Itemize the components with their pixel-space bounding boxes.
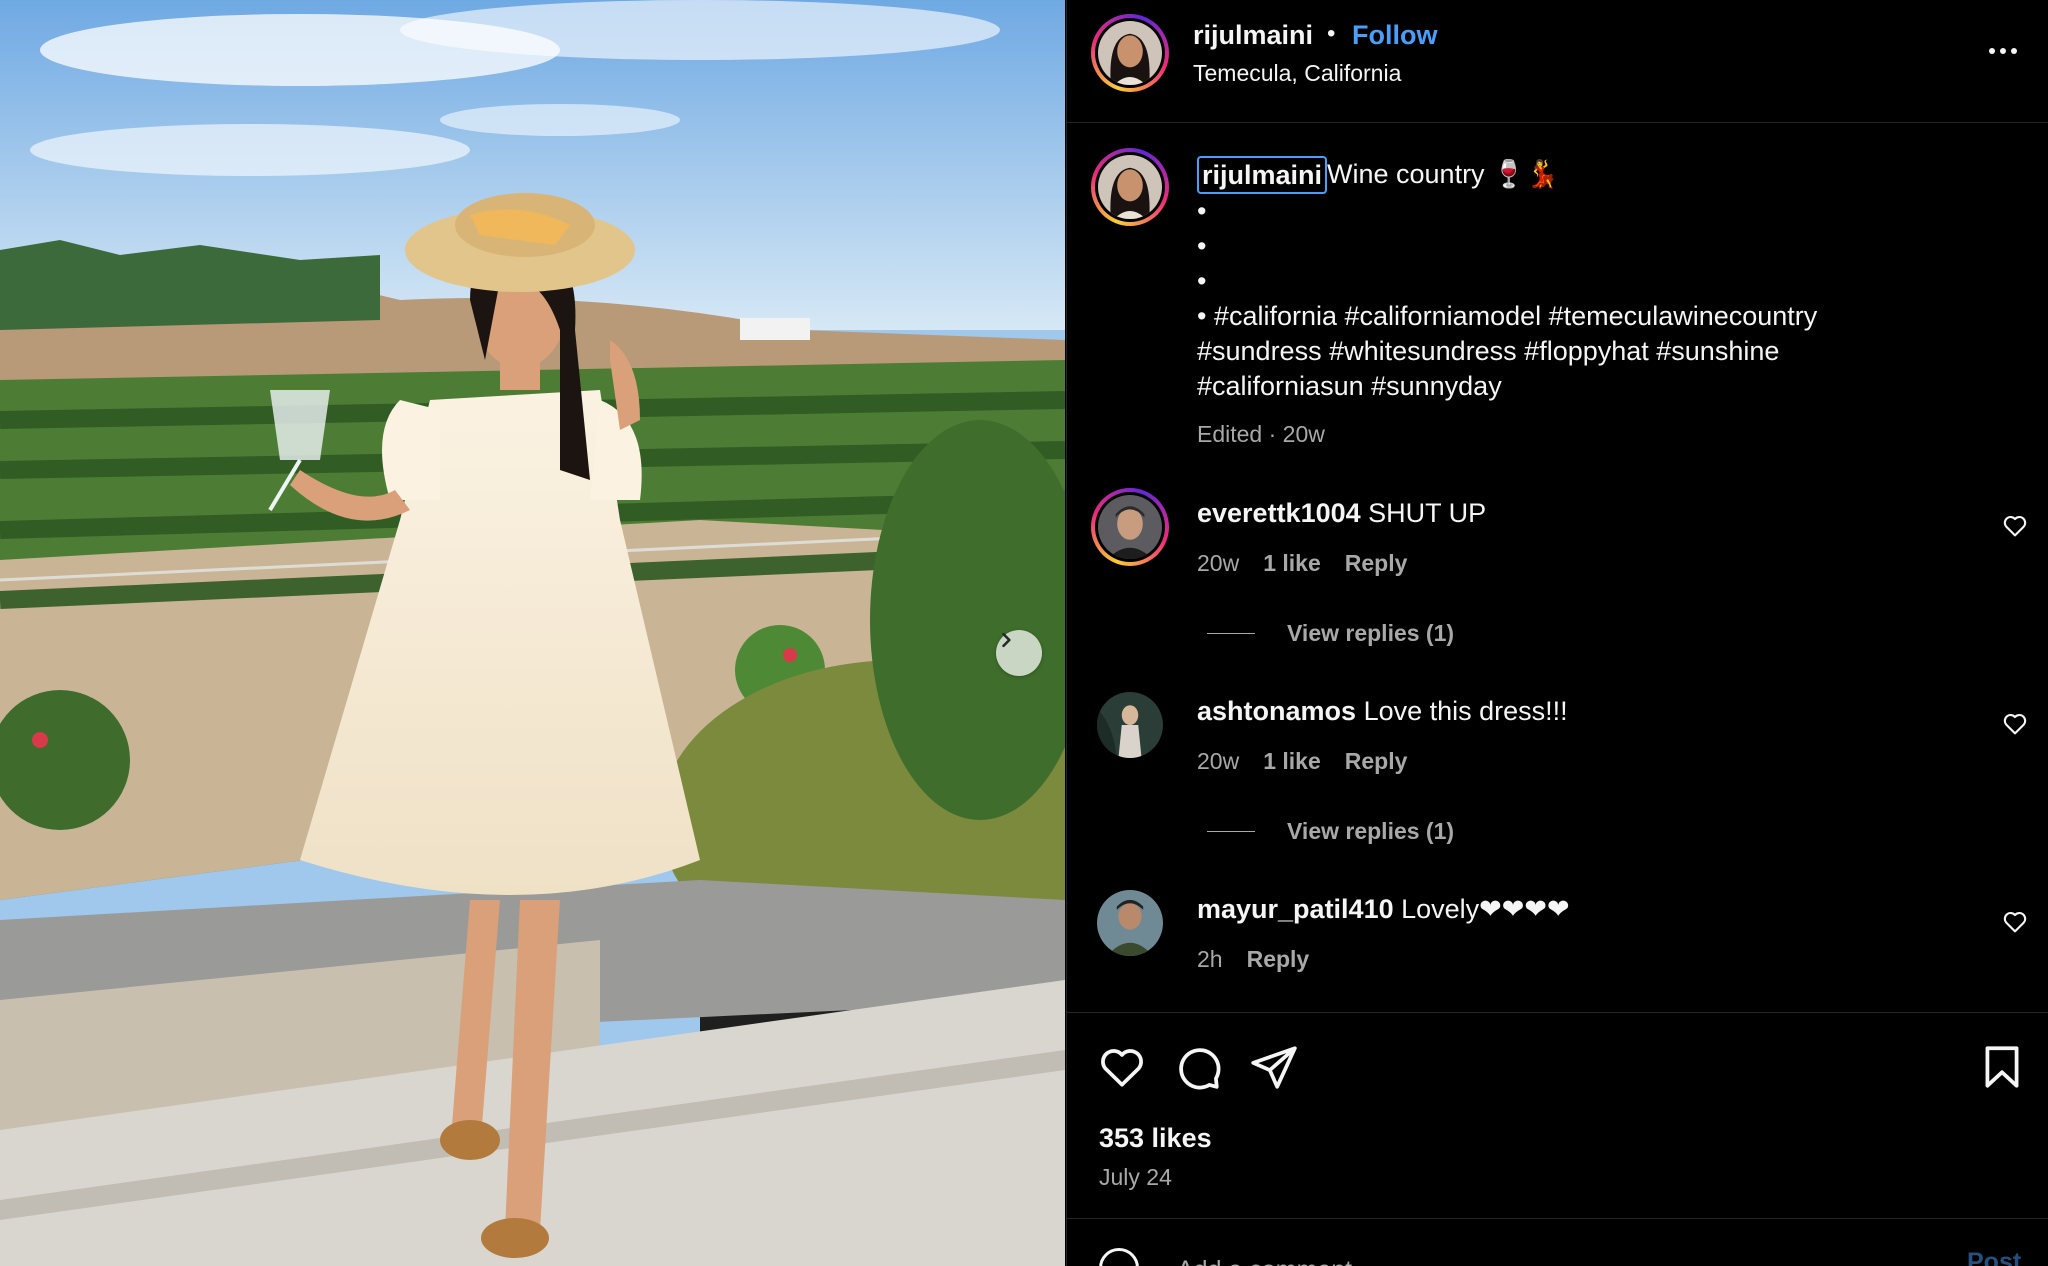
comment-body: Lovely❤❤❤❤ (1401, 894, 1570, 924)
caption-hashtags[interactable]: #californiasun #sunnyday (1197, 371, 1502, 402)
post-details-panel: rijulmaini • Follow Temecula, California… (1066, 0, 2048, 1266)
caption-line: • (1197, 196, 1207, 226)
comment-likes[interactable]: 1 like (1263, 550, 1321, 577)
comment-reply-button[interactable]: Reply (1345, 550, 1408, 577)
post-comment-button[interactable]: Post (1967, 1248, 2021, 1266)
caption-line: • (1197, 231, 1207, 261)
bookmark-icon (1985, 1046, 2019, 1088)
caption-line: • (1197, 266, 1207, 296)
comment-text: mayur_patil410 Lovely❤❤❤❤ (1197, 894, 1570, 925)
likes-count[interactable]: 353 likes (1099, 1123, 1212, 1154)
comment-text: ashtonamos Love this dress!!! (1197, 696, 1568, 727)
comment-avatar[interactable] (1097, 692, 1163, 758)
comment-avatar-image (1097, 890, 1163, 956)
heart-icon (2003, 713, 2027, 735)
follow-button[interactable]: Follow (1352, 20, 1437, 51)
comment-like-button[interactable] (2001, 512, 2029, 540)
add-comment-row: Post (1067, 1218, 2048, 1266)
chevron-right-icon (1002, 632, 1011, 648)
comment-like-button[interactable] (2001, 710, 2029, 738)
caption-avatar[interactable] (1091, 148, 1169, 226)
more-options-button[interactable] (1979, 36, 2027, 66)
comment-avatar[interactable] (1091, 488, 1169, 566)
comment-meta: 20w 1 like Reply (1197, 550, 1407, 577)
comment-icon (1179, 1048, 1221, 1090)
emoji-icon[interactable] (1099, 1248, 1139, 1266)
save-button[interactable] (1977, 1042, 2027, 1092)
view-replies-dash (1207, 633, 1255, 634)
caption-meta: Edited · 20w (1197, 421, 1325, 447)
caption-avatar-image (1098, 155, 1162, 219)
comment-meta: 2h Reply (1197, 946, 1309, 973)
comment-body: SHUT UP (1368, 498, 1487, 528)
caption-text: Wine country 🍷💃 (1327, 159, 1560, 189)
caption-username[interactable]: rijulmaini (1197, 156, 1328, 194)
like-button[interactable] (1097, 1042, 1147, 1092)
more-horizontal-icon (2000, 48, 2006, 54)
view-replies-label: View replies (1) (1287, 818, 1455, 844)
comment-age: 2h (1197, 946, 1223, 972)
heart-icon (2003, 911, 2027, 933)
comment-meta: 20w 1 like Reply (1197, 748, 1407, 775)
send-icon (1251, 1046, 1297, 1089)
view-replies-dash (1207, 831, 1255, 832)
post-photo[interactable] (0, 0, 1065, 1266)
comment-username[interactable]: everettk1004 (1197, 498, 1361, 528)
post-date: July 24 (1099, 1164, 1172, 1190)
comment-likes[interactable]: 1 like (1263, 748, 1321, 775)
view-replies-button[interactable]: View replies (1) (1207, 818, 1454, 845)
comment-username[interactable]: mayur_patil410 (1197, 894, 1394, 924)
comment-text: everettk1004 SHUT UP (1197, 498, 1486, 529)
comment-age: 20w (1197, 550, 1240, 576)
more-horizontal-icon (2011, 48, 2017, 54)
share-button[interactable] (1249, 1042, 1299, 1092)
post-location[interactable]: Temecula, California (1193, 60, 1401, 87)
caption-hashtags[interactable]: • #california #californiamodel #temecula… (1197, 301, 1817, 332)
comment-reply-button[interactable]: Reply (1345, 748, 1408, 775)
heart-icon (2003, 515, 2027, 537)
header-divider (1067, 122, 2048, 123)
comment-avatar-image (1097, 692, 1163, 758)
author-avatar[interactable] (1091, 14, 1169, 92)
actions-divider (1067, 1012, 2048, 1013)
view-replies-button[interactable]: View replies (1) (1207, 620, 1454, 647)
comment-avatar-image (1098, 495, 1162, 559)
more-horizontal-icon (1989, 48, 1995, 54)
author-username[interactable]: rijulmaini (1193, 20, 1313, 51)
comment-reply-button[interactable]: Reply (1247, 946, 1310, 973)
comment-username[interactable]: ashtonamos (1197, 696, 1356, 726)
add-comment-input[interactable] (1177, 1250, 1777, 1266)
comment-button[interactable] (1173, 1042, 1223, 1092)
author-avatar-image (1098, 21, 1162, 85)
comment-avatar[interactable] (1097, 890, 1163, 956)
post-photo-illustration (0, 0, 1065, 1266)
next-photo-button[interactable] (996, 630, 1042, 676)
header-separator: • (1327, 20, 1336, 47)
heart-icon (1101, 1049, 1143, 1087)
comment-body: Love this dress!!! (1363, 696, 1568, 726)
caption-hashtags[interactable]: #sundress #whitesundress #floppyhat #sun… (1197, 336, 1779, 367)
comment-like-button[interactable] (2001, 908, 2029, 936)
view-replies-label: View replies (1) (1287, 620, 1455, 646)
comment-age: 20w (1197, 748, 1240, 774)
